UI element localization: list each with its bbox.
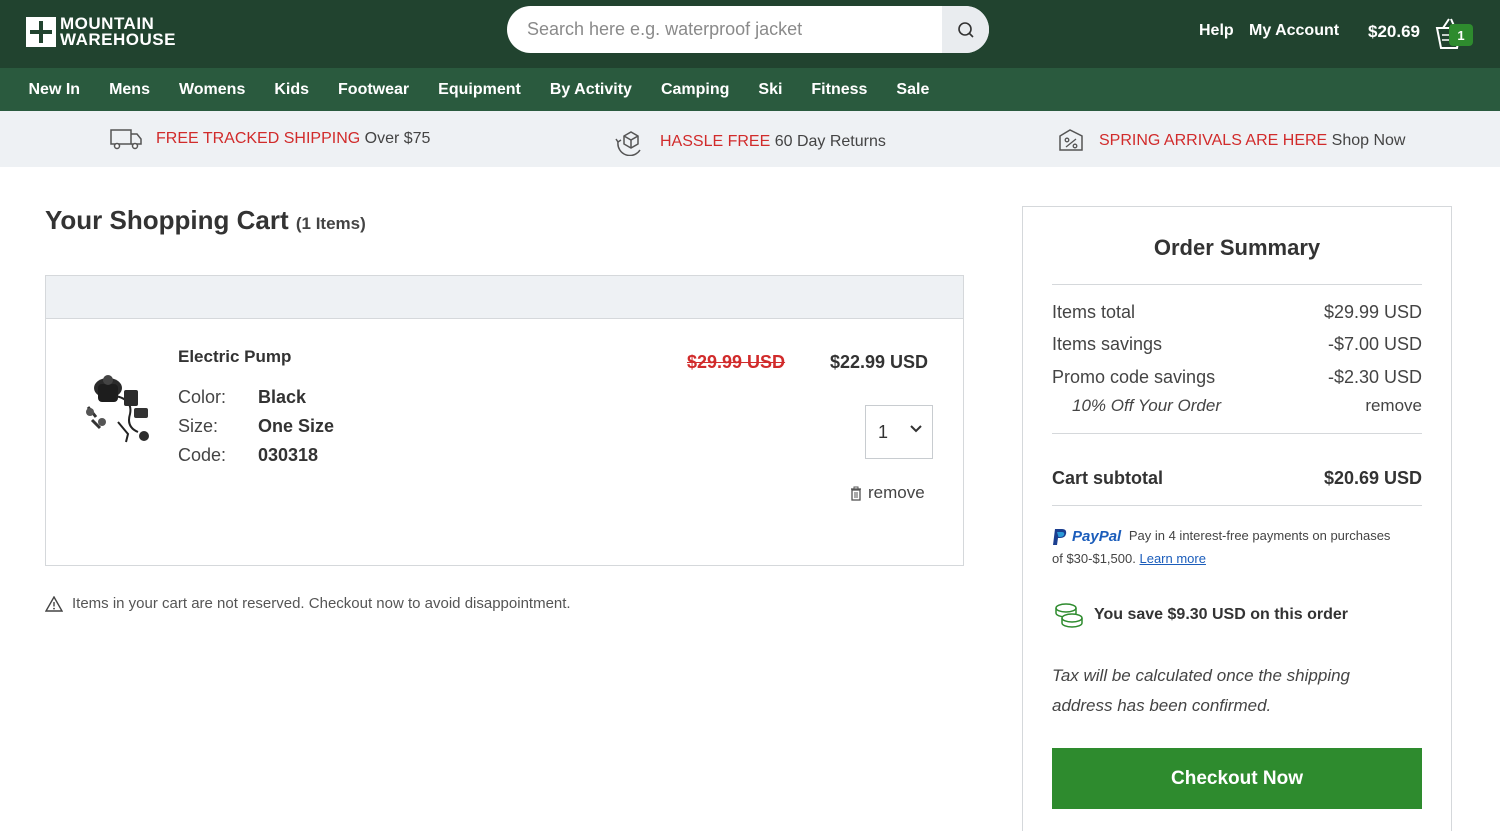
nav-item-camping[interactable]: Camping xyxy=(646,81,743,99)
code-label: Code: xyxy=(178,445,227,465)
help-link[interactable]: Help xyxy=(1199,22,1234,40)
usp-spring-text: Shop Now xyxy=(1327,132,1406,149)
truck-icon xyxy=(110,129,142,150)
usp-spring[interactable]: SPRING ARRIVALS ARE HERE Shop Now xyxy=(1056,128,1405,154)
nav-item-sale[interactable]: Sale xyxy=(882,81,944,99)
color-label: Color: xyxy=(178,387,227,407)
cart-subtotal-value: $20.69 USD xyxy=(1323,468,1422,488)
logo-text: MOUNTAIN WAREHOUSE xyxy=(60,15,176,49)
items-total-row: Items total $29.99 USD xyxy=(1052,302,1422,323)
nav-item-equipment[interactable]: Equipment xyxy=(424,81,536,99)
search-icon xyxy=(957,21,974,38)
cart-warning-text: Items in your cart are not reserved. Che… xyxy=(72,595,571,612)
items-total-value: $29.99 USD xyxy=(1323,302,1422,322)
size-label: Size: xyxy=(178,416,219,436)
cart-title: Your Shopping Cart (1 Items) xyxy=(45,205,366,236)
search-input[interactable] xyxy=(527,16,927,43)
nav-item-mens[interactable]: Mens xyxy=(95,81,165,99)
remove-item-button[interactable]: remove xyxy=(850,483,925,503)
cart-items-box: Electric Pump Color: Black Size: One Siz… xyxy=(45,275,964,566)
site-header: MOUNTAIN WAREHOUSE Help My Account $20.6… xyxy=(0,0,1500,68)
nav-item-womens[interactable]: Womens xyxy=(164,81,259,99)
quantity-value: 1 xyxy=(878,421,889,442)
paypal-message: PayPal Pay in 4 interest-free payments o… xyxy=(1052,525,1392,570)
nav-item-kids[interactable]: Kids xyxy=(260,81,324,99)
discount-tag-icon xyxy=(1059,129,1083,151)
order-summary-title: Order Summary xyxy=(1153,235,1321,260)
usp-returns-highlight: HASSLE FREE xyxy=(660,133,771,150)
nav-item-fitness[interactable]: Fitness xyxy=(797,81,882,99)
cart-item-count: (1 Items) xyxy=(295,214,366,233)
usp-returns-text: 60 Day Returns xyxy=(770,133,886,150)
header-cart-total[interactable]: $20.69 xyxy=(1368,22,1420,42)
cart-title-text: Your Shopping Cart xyxy=(45,205,289,235)
promo-savings-label: Promo code savings xyxy=(1052,367,1216,387)
nav-item-ski[interactable]: Ski xyxy=(744,81,797,99)
cart-subtotal-row: Cart subtotal $20.69 USD xyxy=(1052,468,1422,489)
sale-price: $22.99 USD xyxy=(830,352,929,372)
coins-icon xyxy=(1055,603,1083,628)
chevron-down-icon xyxy=(910,425,922,433)
usp-shipping-text: Over $75 xyxy=(360,130,431,147)
items-savings-value: -$7.00 USD xyxy=(1327,334,1422,354)
code-value: 030318 xyxy=(258,445,319,465)
paypal-logo: PayPal xyxy=(1052,526,1121,548)
size-value: One Size xyxy=(258,416,335,436)
promo-savings-value: -$2.30 USD xyxy=(1327,367,1422,387)
color-value: Black xyxy=(258,387,307,407)
summary-divider xyxy=(1052,505,1422,506)
main-nav: New In Mens Womens Kids Footwear Equipme… xyxy=(0,68,1500,111)
paypal-learn-more-link[interactable]: Learn more xyxy=(1139,551,1205,566)
remove-item-label: remove xyxy=(868,483,925,502)
warning-icon xyxy=(45,595,63,612)
search-bar xyxy=(507,6,989,53)
savings-message: You save $9.30 USD on this order xyxy=(1052,601,1348,629)
promo-code-row: 10% Off Your Order remove xyxy=(1052,396,1422,416)
cart-count-badge: 1 xyxy=(1449,24,1473,46)
my-account-link[interactable]: My Account xyxy=(1249,22,1339,40)
nav-item-new-in[interactable]: New In xyxy=(14,81,95,99)
items-savings-row: Items savings -$7.00 USD xyxy=(1052,334,1422,355)
trash-icon xyxy=(851,486,861,501)
items-total-label: Items total xyxy=(1052,302,1136,322)
product-name[interactable]: Electric Pump xyxy=(178,347,291,367)
summary-divider xyxy=(1052,284,1422,285)
logo-cross-icon xyxy=(26,16,56,47)
cart-warning: Items in your cart are not reserved. Che… xyxy=(45,595,571,612)
electric-pump-image[interactable] xyxy=(78,372,158,447)
usp-spring-highlight: SPRING ARRIVALS ARE HERE xyxy=(1099,132,1328,149)
checkout-now-button[interactable]: Checkout Now xyxy=(1052,748,1422,809)
promo-savings-row: Promo code savings -$2.30 USD xyxy=(1052,367,1422,388)
tax-note: Tax will be calculated once the shipping… xyxy=(1052,666,1351,715)
promo-code-name: 10% Off Your Order xyxy=(1072,396,1221,415)
usp-returns[interactable]: HASSLE FREE 60 Day Returns xyxy=(614,128,886,156)
nav-item-footwear[interactable]: Footwear xyxy=(324,81,424,99)
savings-text: You save $9.30 USD on this order xyxy=(1094,606,1349,623)
promo-remove-link[interactable]: remove xyxy=(1365,396,1422,416)
usp-shipping-highlight: FREE TRACKED SHIPPING xyxy=(156,130,361,147)
items-savings-label: Items savings xyxy=(1052,334,1163,354)
cart-subtotal-label: Cart subtotal xyxy=(1052,468,1164,488)
cart-box-header xyxy=(46,276,963,319)
return-box-icon xyxy=(615,131,641,156)
logo-line-2: WAREHOUSE xyxy=(60,29,176,49)
paypal-icon xyxy=(1053,528,1067,545)
usp-shipping[interactable]: FREE TRACKED SHIPPING Over $75 xyxy=(110,128,430,150)
summary-divider xyxy=(1052,433,1422,434)
mountain-warehouse-logo[interactable]: MOUNTAIN WAREHOUSE xyxy=(26,15,176,48)
nav-item-by-activity[interactable]: By Activity xyxy=(535,81,646,99)
search-button[interactable] xyxy=(942,6,989,53)
usp-bar: FREE TRACKED SHIPPING Over $75 HASSLE FR… xyxy=(0,111,1500,167)
order-summary: Order Summary Items total $29.99 USD Ite… xyxy=(1022,206,1452,831)
paypal-wordmark: PayPal xyxy=(1072,527,1122,545)
quantity-select[interactable]: 1 xyxy=(865,405,933,459)
original-price: $29.99 USD xyxy=(687,352,786,372)
